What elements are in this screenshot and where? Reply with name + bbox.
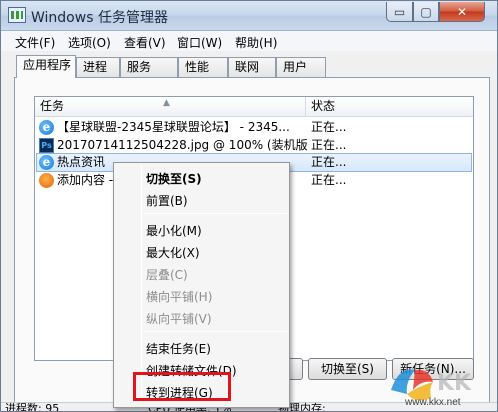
menu-bar: 文件(F) 选项(O) 查看(V) 窗口(W) 帮助(H)	[1, 31, 497, 51]
menu-item-maximize[interactable]: 最大化(X)	[146, 244, 200, 261]
window-title: Windows 任务管理器	[31, 10, 168, 26]
switch-to-button[interactable]: 切换至(S)	[308, 358, 387, 380]
menu-file[interactable]: 文件(F)	[15, 34, 55, 51]
sort-ascending-icon: ▲	[163, 98, 170, 108]
task-name: 【星球联盟-2345星球联盟论坛】 - 2345...	[57, 120, 290, 134]
close-button[interactable]: ✕	[439, 2, 485, 22]
ie-icon: e	[39, 120, 54, 135]
process-count: 进程数: 95	[5, 402, 60, 412]
menu-window[interactable]: 窗口(W)	[177, 34, 222, 51]
menu-separator	[144, 331, 287, 332]
menu-item-cascade: 层叠(C)	[146, 268, 188, 282]
ie-icon: e	[39, 155, 54, 170]
tab-services[interactable]: 服务	[120, 57, 178, 77]
menu-view[interactable]: 查看(V)	[124, 34, 166, 51]
minimize-button[interactable]: ▭	[386, 2, 413, 22]
menu-item-tile-vertically: 纵向平铺(V)	[146, 312, 212, 326]
menu-item-tile-horizontally: 横向平铺(H)	[146, 290, 213, 304]
tab-users[interactable]: 用户	[276, 57, 326, 77]
menu-item-switch-to[interactable]: 切换至(S)	[146, 170, 202, 187]
task-status: 正在...	[311, 120, 347, 134]
menu-help[interactable]: 帮助(H)	[235, 34, 277, 51]
maximize-button[interactable]: ▢	[413, 2, 439, 22]
close-icon: ✕	[456, 4, 468, 19]
maximize-icon: ▢	[420, 4, 432, 19]
task-status: 正在...	[311, 173, 347, 187]
menu-item-end-task[interactable]: 结束任务(E)	[146, 340, 211, 357]
menu-separator	[144, 213, 287, 214]
column-header-status[interactable]: 状态	[306, 97, 473, 117]
menu-gutter	[141, 165, 142, 405]
menu-item-bring-to-front[interactable]: 前置(B)	[146, 192, 188, 209]
svg-text:KK: KK	[437, 371, 472, 396]
task-row[interactable]: e 【星球联盟-2345星球联盟论坛】 - 2345... 正在...	[36, 118, 472, 137]
watermark-text: www.kkx.net	[405, 397, 461, 408]
tab-processes[interactable]: 进程	[76, 57, 120, 77]
task-manager-icon	[8, 7, 26, 23]
photoshop-icon: Ps	[39, 138, 54, 153]
minimize-icon: ▭	[393, 4, 406, 19]
tab-networking[interactable]: 联网	[228, 57, 276, 77]
title-bar[interactable]: Windows 任务管理器 ▭ ▢ ✕	[1, 1, 497, 31]
firefox-icon	[39, 173, 54, 188]
task-status: 正在...	[311, 155, 347, 169]
column-header-task[interactable]: 任务 ▲	[35, 97, 306, 117]
menu-item-minimize[interactable]: 最小化(M)	[146, 222, 202, 239]
tab-applications[interactable]: 应用程序	[16, 55, 76, 78]
tab-performance[interactable]: 性能	[178, 57, 228, 77]
go-to-process-highlight	[133, 372, 231, 401]
menu-options[interactable]: 选项(O)	[68, 34, 111, 51]
